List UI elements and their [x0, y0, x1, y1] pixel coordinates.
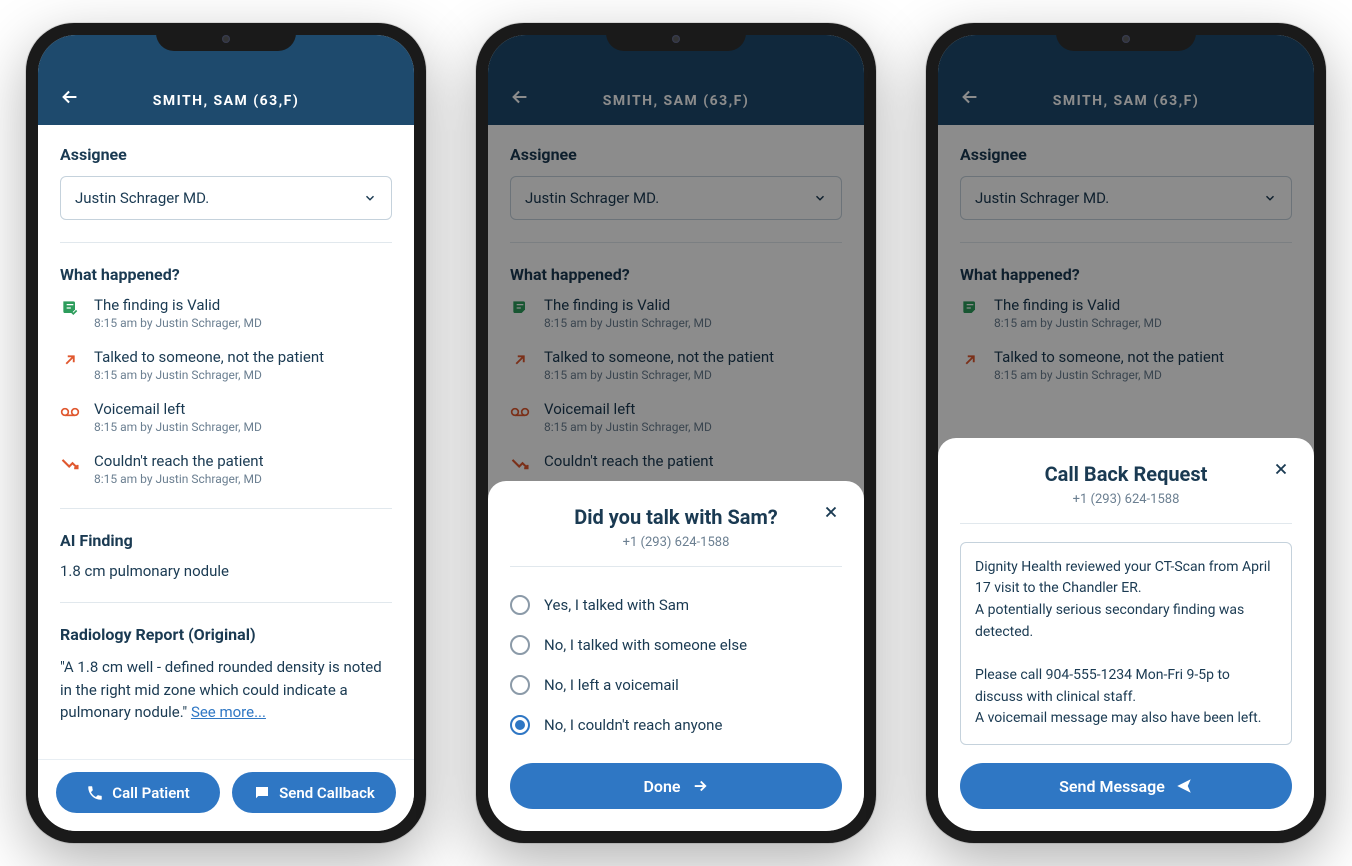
content-area: Assignee Justin Schrager MD. What happen… — [38, 125, 414, 759]
screen: SMITH, SAM (63,F) Assignee Justin Schrag… — [938, 35, 1314, 831]
divider — [60, 602, 392, 603]
radio-option-talked-someone-else[interactable]: No, I talked with someone else — [510, 625, 842, 665]
event-title: Couldn't reach the patient — [94, 452, 392, 470]
sheet-title: Call Back Request — [960, 462, 1292, 486]
message-icon — [253, 784, 271, 802]
event-meta: 8:15 am by Justin Schrager, MD — [94, 316, 392, 330]
event-row: Talked to someone, not the patient 8:15 … — [60, 348, 392, 382]
arrow-out-icon — [60, 350, 80, 370]
chevron-down-icon — [363, 191, 377, 205]
talk-sheet: Did you talk with Sam? +1 (293) 624-1588… — [488, 481, 864, 831]
sheet-title: Did you talk with Sam? — [510, 505, 842, 529]
divider — [60, 242, 392, 243]
assignee-value: Justin Schrager MD. — [75, 189, 209, 207]
event-meta: 8:15 am by Justin Schrager, MD — [94, 368, 392, 382]
ai-finding-label: AI Finding — [60, 531, 392, 550]
event-title: The finding is Valid — [94, 296, 392, 314]
arrow-left-icon — [59, 86, 81, 108]
what-happened-label: What happened? — [60, 265, 392, 284]
sheet-phone: +1 (293) 624-1588 — [960, 492, 1292, 507]
call-patient-button[interactable]: Call Patient — [56, 772, 220, 813]
radio-icon — [510, 595, 530, 615]
phone-mockup-3: SMITH, SAM (63,F) Assignee Justin Schrag… — [926, 23, 1326, 843]
event-meta: 8:15 am by Justin Schrager, MD — [94, 472, 392, 486]
callback-message-textarea[interactable]: Dignity Health reviewed your CT-Scan fro… — [960, 542, 1292, 746]
divider — [960, 523, 1292, 524]
radio-icon — [510, 635, 530, 655]
close-button[interactable] — [1272, 460, 1292, 480]
assignee-select[interactable]: Justin Schrager MD. — [60, 176, 392, 220]
radio-option-left-voicemail[interactable]: No, I left a voicemail — [510, 665, 842, 705]
event-title: Voicemail left — [94, 400, 392, 418]
bottom-action-bar: Call Patient Send Callback — [38, 759, 414, 831]
send-message-button[interactable]: Send Message — [960, 763, 1292, 809]
missed-call-icon — [60, 454, 80, 474]
phone-mockup-1: SMITH, SAM (63,F) Assignee Justin Schrag… — [26, 23, 426, 843]
app-header: SMITH, SAM (63,F) — [38, 35, 414, 125]
radio-icon — [510, 675, 530, 695]
radio-option-couldnt-reach[interactable]: No, I couldn't reach anyone — [510, 705, 842, 745]
close-button[interactable] — [822, 503, 842, 523]
report-text: "A 1.8 cm well - defined rounded density… — [60, 656, 392, 724]
callback-sheet: Call Back Request +1 (293) 624-1588 Dign… — [938, 438, 1314, 832]
event-row: Couldn't reach the patient 8:15 am by Ju… — [60, 452, 392, 486]
event-meta: 8:15 am by Justin Schrager, MD — [94, 420, 392, 434]
radio-icon-selected — [510, 715, 530, 735]
phone-icon — [86, 784, 104, 802]
close-icon — [1272, 460, 1290, 478]
divider — [60, 508, 392, 509]
sheet-phone: +1 (293) 624-1588 — [510, 535, 842, 550]
screen: SMITH, SAM (63,F) Assignee Justin Schrag… — [488, 35, 864, 831]
done-button[interactable]: Done — [510, 763, 842, 809]
close-icon — [822, 503, 840, 521]
voicemail-icon — [60, 402, 80, 422]
event-row: The finding is Valid 8:15 am by Justin S… — [60, 296, 392, 330]
screen: SMITH, SAM (63,F) Assignee Justin Schrag… — [38, 35, 414, 831]
page-title: SMITH, SAM (63,F) — [58, 93, 394, 109]
divider — [510, 566, 842, 567]
send-icon — [1175, 777, 1193, 795]
event-row: Voicemail left 8:15 am by Justin Schrage… — [60, 400, 392, 434]
arrow-right-icon — [691, 777, 709, 795]
see-more-link[interactable]: See more... — [191, 703, 266, 721]
note-check-icon — [60, 298, 80, 318]
event-title: Talked to someone, not the patient — [94, 348, 392, 366]
phone-mockup-2: SMITH, SAM (63,F) Assignee Justin Schrag… — [476, 23, 876, 843]
assignee-label: Assignee — [60, 145, 392, 164]
ai-finding-text: 1.8 cm pulmonary nodule — [60, 562, 392, 580]
radio-option-talked-with-sam[interactable]: Yes, I talked with Sam — [510, 585, 842, 625]
send-callback-button[interactable]: Send Callback — [232, 772, 396, 813]
back-button[interactable] — [58, 85, 82, 109]
report-label: Radiology Report (Original) — [60, 625, 392, 644]
